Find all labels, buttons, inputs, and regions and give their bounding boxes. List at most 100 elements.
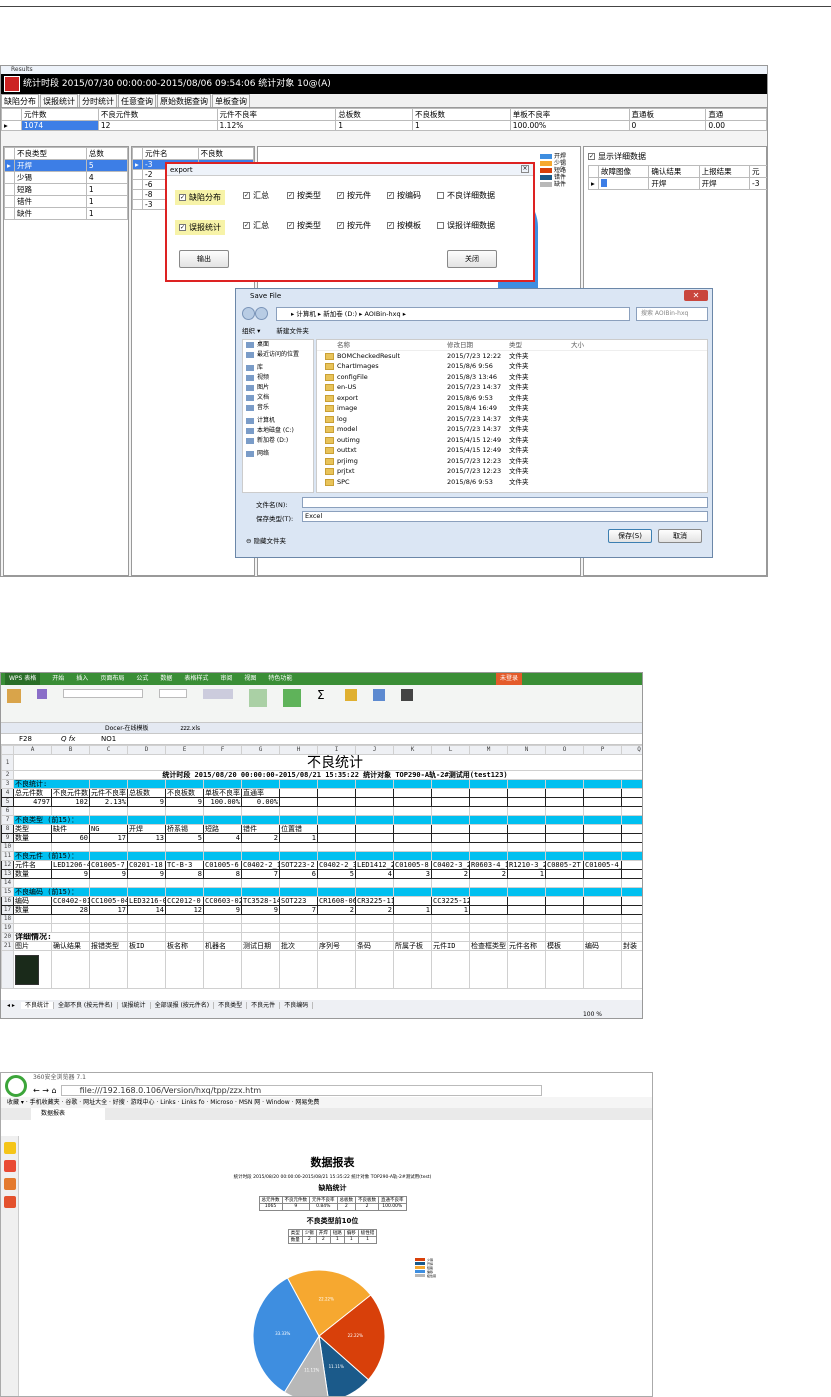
cell[interactable]: 7 (241, 869, 280, 879)
cell[interactable] (203, 923, 242, 933)
cell[interactable] (469, 878, 508, 888)
merge-center-icon[interactable] (249, 689, 267, 707)
file-row[interactable]: configFile 2015/8/3 13:46 文件夹 (317, 372, 707, 383)
cell[interactable]: 5 (317, 869, 356, 879)
save-button[interactable]: 保存(S) (608, 529, 652, 543)
cell[interactable]: 模板 (545, 941, 584, 951)
row-header[interactable]: 21 (1, 941, 14, 951)
row-header[interactable]: 9 (1, 833, 14, 843)
cell[interactable] (355, 842, 394, 852)
cell[interactable] (51, 806, 90, 816)
cell[interactable]: CR1608-06 (317, 896, 356, 906)
cell[interactable] (545, 788, 584, 798)
cell[interactable] (127, 779, 166, 789)
cell[interactable] (279, 932, 318, 942)
cell[interactable] (621, 914, 642, 924)
cell[interactable]: C0805-2T (545, 860, 584, 870)
cell[interactable] (355, 914, 394, 924)
cell[interactable]: 不良统计: (13, 779, 90, 789)
cell[interactable] (279, 842, 318, 852)
cell[interactable] (393, 887, 432, 897)
cell[interactable] (621, 788, 642, 798)
cell[interactable] (317, 923, 356, 933)
cell[interactable] (241, 815, 280, 825)
cell[interactable]: 8 (165, 869, 204, 879)
nav-item[interactable]: 文档 (243, 393, 313, 403)
cell[interactable] (317, 833, 356, 843)
cell[interactable]: 总板数 (127, 788, 166, 798)
cell[interactable]: TC3528-14 (241, 896, 280, 906)
cell[interactable]: C0402-2_3 (317, 860, 356, 870)
cell[interactable]: C01005-7_4 (89, 860, 128, 870)
cell[interactable] (431, 824, 470, 834)
file-col-3[interactable]: 大小 (571, 340, 631, 350)
tab-report[interactable]: 数据报表 (31, 1108, 106, 1120)
cell[interactable] (279, 815, 318, 825)
cell[interactable] (469, 806, 508, 816)
file-row[interactable]: en-US 2015/7/23 14:37 文件夹 (317, 382, 707, 393)
cell[interactable]: 4 (355, 869, 394, 879)
cell[interactable] (583, 851, 622, 861)
cell[interactable]: 短路 (203, 824, 242, 834)
close-button[interactable]: 关闭 (447, 250, 497, 268)
cell[interactable] (469, 797, 508, 807)
cell[interactable]: 1 (507, 869, 546, 879)
cell[interactable] (241, 887, 280, 897)
column-header[interactable]: C (89, 745, 128, 755)
cell[interactable] (279, 887, 318, 897)
cell[interactable] (393, 833, 432, 843)
cell[interactable] (545, 896, 584, 906)
new-folder-button[interactable]: 新建文件夹 (276, 327, 309, 335)
cell[interactable] (507, 788, 546, 798)
cell[interactable]: SOT223 (279, 896, 318, 906)
cell[interactable] (317, 842, 356, 852)
cell[interactable] (507, 815, 546, 825)
cell[interactable]: 0.00% (241, 797, 280, 807)
cell[interactable] (469, 824, 508, 834)
export-check-row1-1[interactable]: ✓ 汇总 (243, 190, 269, 201)
export-check-row1-5[interactable]: 不良详细数据 (437, 190, 495, 201)
row-header[interactable]: 1 (1, 754, 14, 771)
cell[interactable] (127, 914, 166, 924)
wrap-text-icon[interactable] (283, 689, 301, 707)
row-header[interactable]: 4 (1, 788, 14, 798)
defect-image[interactable] (15, 954, 39, 985)
nav-item[interactable]: 网络 (243, 449, 313, 459)
cell[interactable]: 批次 (279, 941, 318, 951)
cell[interactable]: 不良板数 (165, 788, 204, 798)
file-row[interactable]: image 2015/8/4 16:49 文件夹 (317, 403, 707, 414)
cell[interactable] (431, 806, 470, 816)
cell[interactable] (583, 779, 622, 789)
cell[interactable] (507, 833, 546, 843)
cell[interactable] (469, 923, 508, 933)
cell[interactable] (431, 833, 470, 843)
cell[interactable] (431, 788, 470, 798)
nav-item[interactable]: 最近访问的位置 (243, 350, 313, 360)
cell[interactable] (545, 824, 584, 834)
cell[interactable] (317, 932, 356, 942)
file-row[interactable]: model 2015/7/23 14:37 文件夹 (317, 424, 707, 435)
filter-icon[interactable] (345, 689, 357, 701)
cell[interactable]: LED3216-0 (127, 896, 166, 906)
search-input[interactable]: 搜索 AOIBin-hxq (636, 307, 708, 321)
cell[interactable] (355, 815, 394, 825)
cell[interactable] (545, 779, 584, 789)
cell[interactable] (583, 806, 622, 816)
cell[interactable]: TC-B-3 (165, 860, 204, 870)
menu-0[interactable]: 开始 (52, 673, 64, 685)
font-select[interactable] (63, 689, 143, 698)
cell[interactable] (127, 815, 166, 825)
type-row[interactable]: ▸ 开焊 5 (4, 159, 129, 172)
cell[interactable] (165, 815, 204, 825)
organize-button[interactable]: 组织 ▾ (242, 327, 260, 335)
cell[interactable] (317, 878, 356, 888)
cell[interactable] (279, 914, 318, 924)
sum-icon[interactable]: Σ (317, 689, 329, 701)
cell[interactable] (317, 851, 356, 861)
cell[interactable] (507, 797, 546, 807)
cell[interactable] (165, 923, 204, 933)
cell[interactable]: 元件不良率 (89, 788, 128, 798)
cell[interactable] (545, 878, 584, 888)
row-header[interactable]: 6 (1, 806, 14, 816)
export-check-row1-3[interactable]: ✓ 按元件 (337, 190, 371, 201)
